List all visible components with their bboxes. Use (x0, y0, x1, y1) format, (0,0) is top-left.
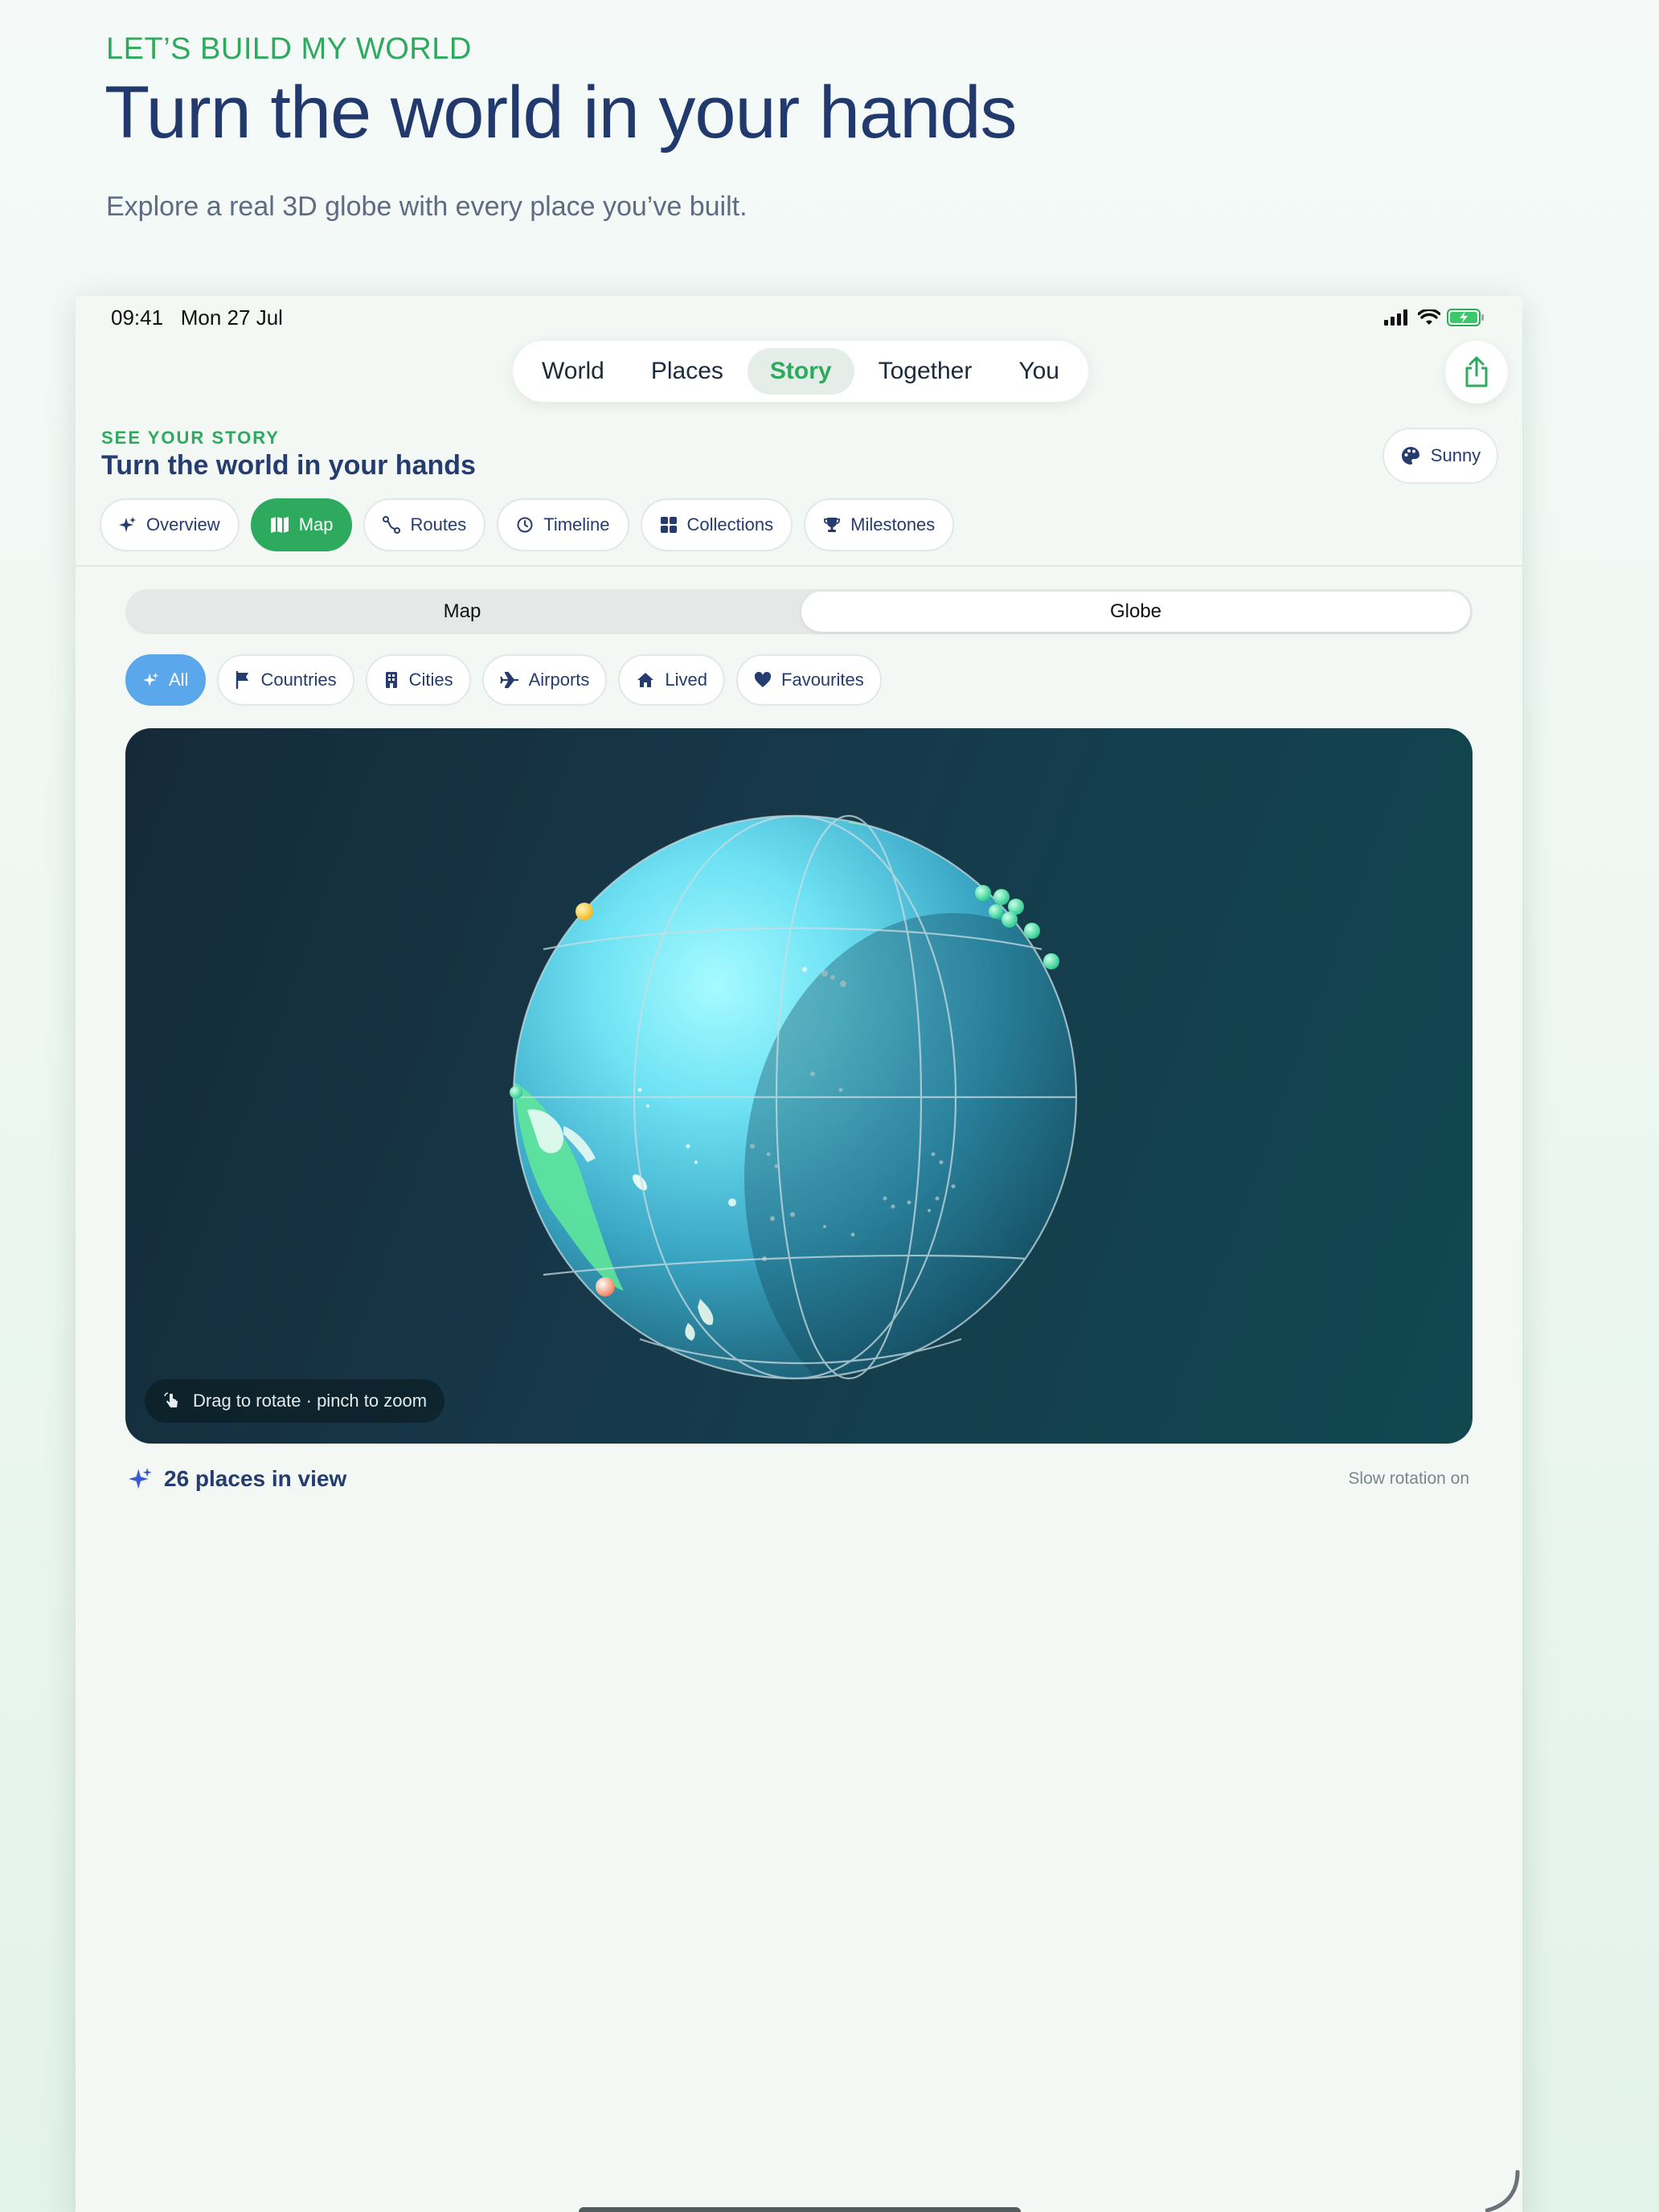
tab-world[interactable]: World (519, 348, 627, 395)
status-time: 09:41 Mon 27 Jul (111, 305, 283, 330)
route-icon (383, 516, 401, 534)
hero-title: Turn the world in your hands (104, 72, 1018, 154)
subtab-overview[interactable]: Overview (100, 498, 240, 551)
subtab-milestones[interactable]: Milestones (804, 498, 955, 551)
home-icon (637, 673, 654, 687)
subtab-routes-label: Routes (410, 514, 467, 535)
globe-viewer[interactable]: Drag to rotate · pinch to zoom (125, 728, 1473, 1444)
subtab-routes[interactable]: Routes (363, 498, 486, 551)
battery-charging-icon (1447, 309, 1484, 326)
status-icons (1384, 309, 1485, 326)
section-eyebrow: SEE YOUR STORY (101, 428, 280, 448)
subtab-timeline-label: Timeline (543, 514, 610, 535)
filter-airports[interactable]: Airports (481, 654, 608, 706)
hand-drag-icon (164, 1392, 178, 1407)
filter-countries-label: Countries (260, 670, 337, 690)
tab-together[interactable]: Together (856, 348, 995, 395)
globe-illustration[interactable] (125, 728, 1473, 1444)
tab-places[interactable]: Places (629, 348, 746, 395)
home-indicator[interactable] (579, 2207, 1021, 2212)
building-icon (385, 672, 397, 688)
tab-you[interactable]: You (996, 348, 1082, 395)
filter-lived[interactable]: Lived (618, 654, 726, 706)
subtab-map-label: Map (298, 514, 334, 535)
places-count-label: 26 places in view (164, 1466, 347, 1491)
sparkle-icon (129, 1468, 152, 1489)
grid-icon (660, 517, 677, 533)
place-filters: All Countries Cities Airports Lived Favo… (125, 654, 882, 706)
corner-curve-decoration (1485, 2170, 1520, 2212)
ipad-screen: 09:41 Mon 27 Jul World Places Story Toge… (76, 296, 1522, 2212)
subtab-timeline[interactable]: Timeline (497, 498, 629, 551)
filter-lived-label: Lived (665, 670, 708, 690)
sparkle-icon (143, 672, 159, 687)
theme-button[interactable]: Sunny (1382, 428, 1498, 484)
filter-airports-label: Airports (528, 670, 590, 690)
status-time-value: 09:41 (111, 305, 164, 330)
main-tabbar: World Places Story Together You (513, 341, 1088, 402)
rotation-status: Slow rotation on (1348, 1469, 1469, 1488)
header-divider (76, 565, 1522, 567)
history-icon (517, 517, 533, 533)
filter-favourites-label: Favourites (781, 670, 864, 690)
sparkle-icon (119, 517, 136, 532)
palette-icon (1401, 447, 1419, 465)
tab-story[interactable]: Story (747, 348, 854, 395)
section-title: Turn the world in your hands (101, 450, 476, 481)
subtab-collections-label: Collections (686, 514, 774, 535)
filter-cities[interactable]: Cities (365, 654, 471, 706)
filter-all-label: All (169, 670, 189, 690)
segment-map[interactable]: Map (128, 592, 797, 632)
filter-countries[interactable]: Countries (217, 654, 354, 706)
subtab-map[interactable]: Map (250, 498, 353, 551)
status-date-value: Mon 27 Jul (180, 305, 283, 330)
map-icon (270, 517, 289, 533)
filter-all[interactable]: All (125, 654, 207, 706)
globe-hint-text: Drag to rotate · pinch to zoom (193, 1391, 428, 1411)
filter-cities-label: Cities (408, 670, 453, 690)
globe-hint: Drag to rotate · pinch to zoom (145, 1379, 445, 1423)
view-mode-segmented: Map Globe (125, 589, 1473, 634)
segment-globe[interactable]: Globe (801, 592, 1470, 632)
subtab-milestones-label: Milestones (850, 514, 936, 535)
wifi-icon (1418, 309, 1440, 325)
heart-icon (754, 672, 772, 687)
story-subtabs: Overview Map Routes Timeline Collections… (100, 498, 955, 551)
share-button[interactable] (1445, 341, 1508, 403)
places-in-view: 26 places in view (129, 1466, 346, 1492)
subtab-overview-label: Overview (146, 514, 220, 535)
theme-label: Sunny (1430, 445, 1481, 465)
subtab-collections[interactable]: Collections (640, 498, 793, 551)
signal-icon (1384, 309, 1407, 326)
hero-eyebrow: LET’S BUILD MY WORLD (106, 32, 472, 66)
flag-icon (236, 671, 249, 689)
filter-favourites[interactable]: Favourites (736, 654, 882, 706)
hero-subtitle: Explore a real 3D globe with every place… (106, 191, 748, 222)
airplane-icon (499, 671, 518, 689)
share-icon (1465, 356, 1488, 387)
trophy-icon (824, 518, 841, 532)
